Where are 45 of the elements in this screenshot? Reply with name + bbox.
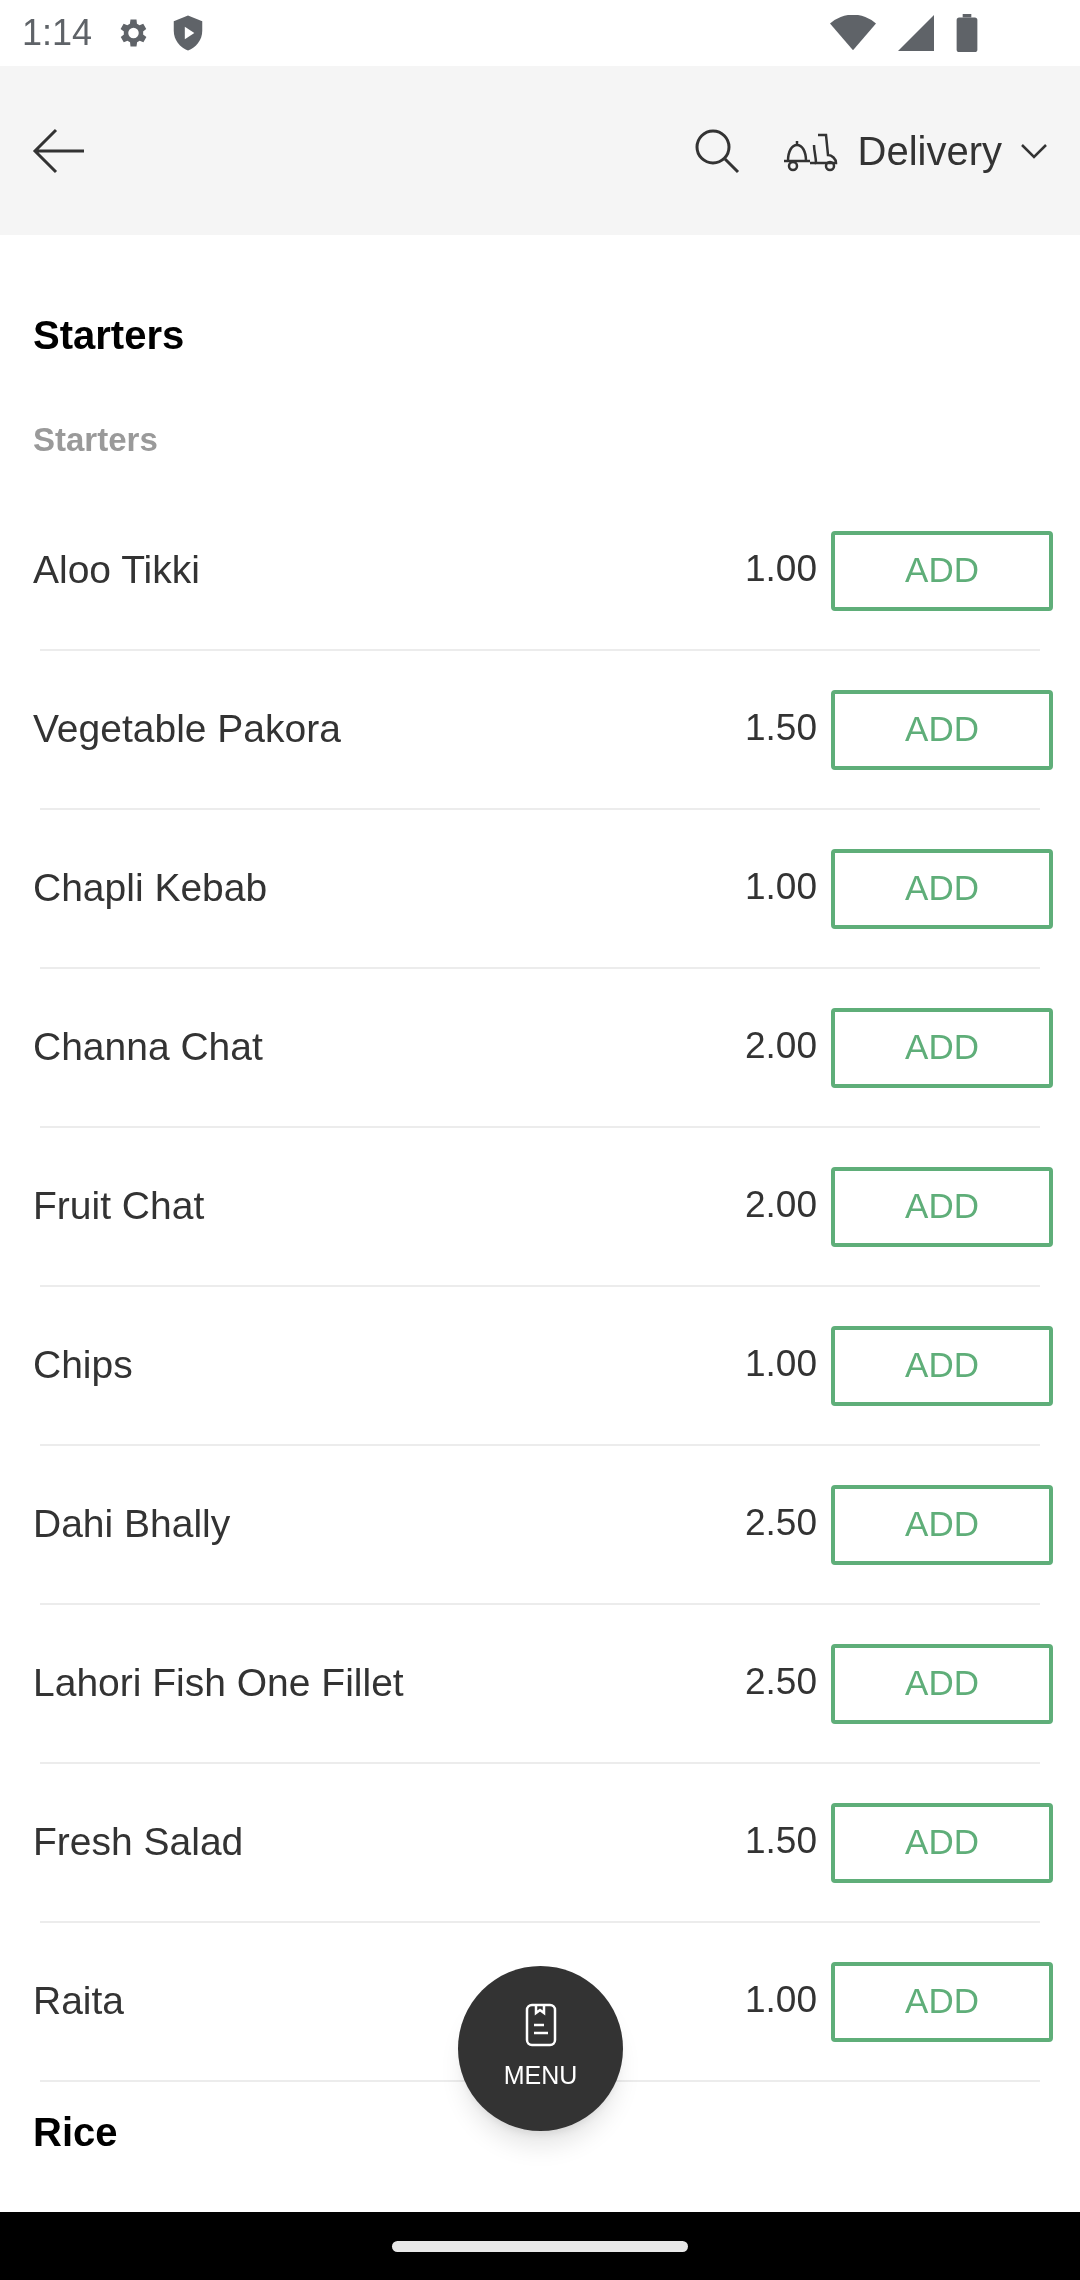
item-name: Fresh Salad [33,1819,244,1866]
section-heading: Rice [33,2112,119,2152]
category-heading: Starters [33,423,159,456]
item-price: 2.00 [745,1023,817,1068]
section-heading: Starters [33,315,186,355]
menu-button[interactable]: MENU [458,1966,623,2131]
item-name: Channa Chat [33,1024,263,1071]
item-price: 1.00 [745,546,817,591]
add-button[interactable]: ADD [831,1484,1053,1565]
add-button[interactable]: ADD [831,1007,1053,1088]
item-price: 1.50 [745,1818,817,1863]
add-button[interactable]: ADD [831,1802,1053,1883]
item-name: Chapli Kebab [33,865,268,912]
add-button[interactable]: ADD [831,1961,1053,2042]
add-button[interactable]: ADD [831,689,1053,770]
item-name: Dahi Bhally [33,1501,231,1548]
item-name: Aloo Tikki [33,547,200,594]
signal-icon [898,15,934,51]
item-price: 1.00 [745,864,817,909]
add-button[interactable]: ADD [831,1166,1053,1247]
item-price: 1.00 [745,1977,817,2022]
item-name: Raita [33,1978,125,2025]
status-time: 1:14 [22,11,93,55]
battery-icon [956,14,978,52]
search-icon [693,127,740,174]
add-button[interactable]: ADD [831,1325,1053,1406]
add-button[interactable]: ADD [831,530,1053,611]
item-name: Lahori Fish One Fillet [33,1660,404,1707]
item-price: 2.50 [745,1500,817,1545]
item-price: 2.50 [745,1659,817,1704]
item-price: 2.00 [745,1182,817,1227]
add-button[interactable]: ADD [831,1643,1053,1724]
add-button[interactable]: ADD [831,848,1053,929]
item-name: Chips [33,1342,133,1389]
book-icon [524,2002,557,2047]
chevron-down-icon [1020,142,1048,159]
item-name: Vegetable Pakora [33,706,341,753]
delivery-mode-dropdown[interactable]: Delivery [779,120,1048,181]
shield-icon [172,14,205,52]
item-price: 1.50 [745,705,817,750]
wifi-icon [830,15,876,51]
item-price: 1.00 [745,1341,817,1386]
back-arrow-icon [32,127,86,174]
item-name: Fruit Chat [33,1183,205,1230]
home-indicator[interactable] [392,2240,688,2252]
